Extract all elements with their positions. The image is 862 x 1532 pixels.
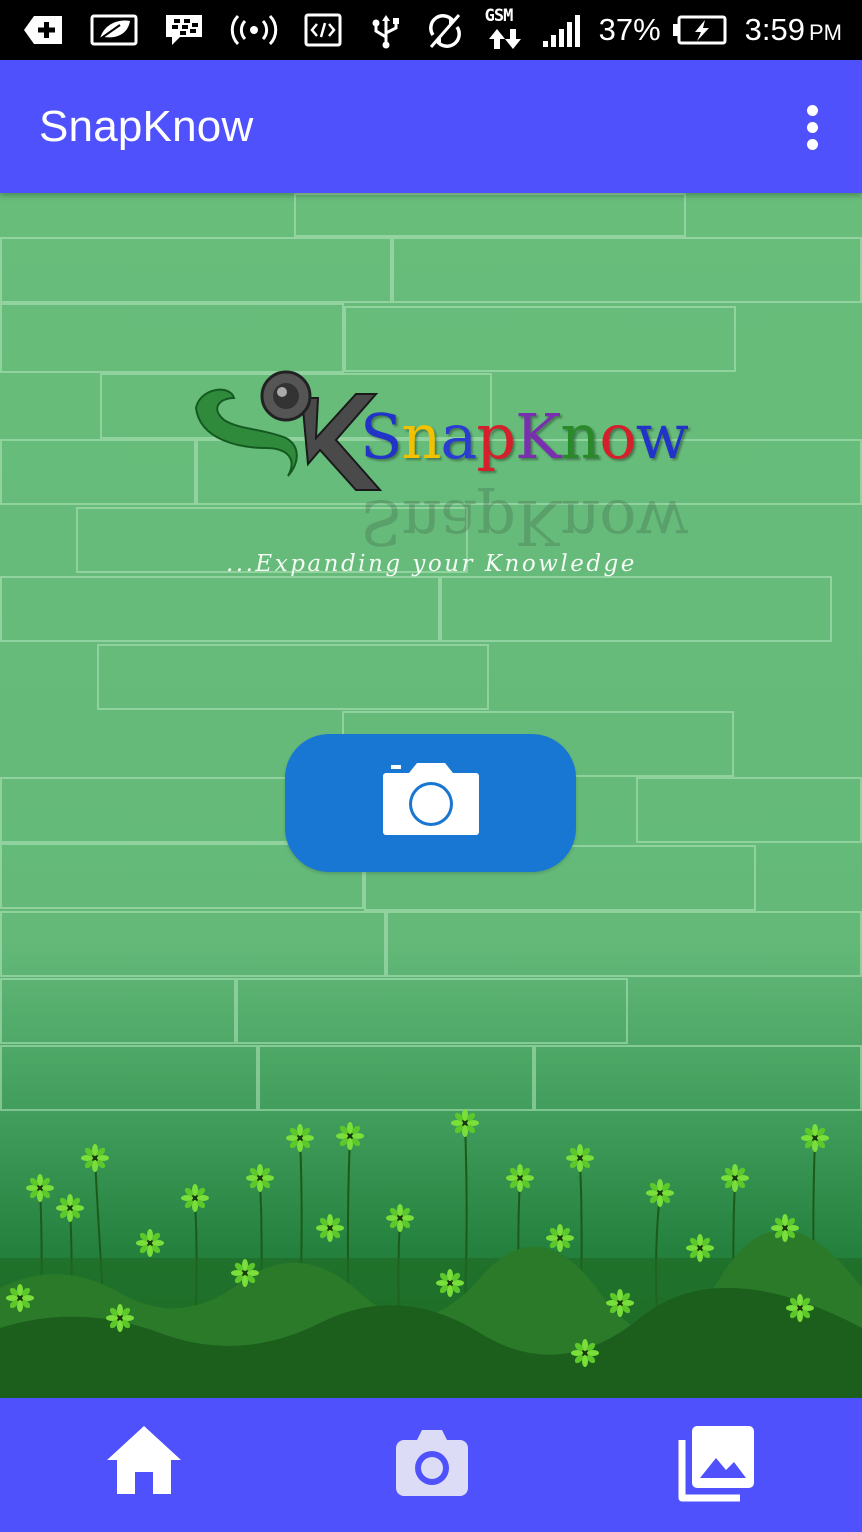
snapknow-wordmark: SnapKnow bbox=[360, 400, 689, 473]
bottom-navigation bbox=[0, 1398, 862, 1532]
leaf-icon bbox=[90, 13, 138, 47]
cell-signal-icon bbox=[541, 13, 585, 47]
snapknow-logo: SnapKnow SnapKnow ...Expanding your Know… bbox=[190, 368, 689, 613]
nav-camera[interactable] bbox=[386, 1420, 476, 1510]
tagline: ...Expanding your Knowledge bbox=[226, 551, 637, 577]
main-content: SnapKnow SnapKnow ...Expanding your Know… bbox=[0, 193, 862, 1398]
wordmark-reflection: SnapKnow bbox=[360, 486, 688, 559]
blackberry-messenger-icon bbox=[164, 13, 204, 47]
more-vert-icon[interactable] bbox=[800, 105, 826, 151]
nav-home[interactable] bbox=[99, 1420, 189, 1510]
home-icon bbox=[107, 1426, 181, 1494]
battery-percent: 37% bbox=[598, 12, 661, 47]
code-icon bbox=[304, 13, 342, 47]
battery-charging-icon bbox=[671, 13, 727, 47]
app-title: SnapKnow bbox=[39, 102, 254, 151]
camera-icon bbox=[383, 763, 479, 835]
wireless-signal-icon bbox=[230, 13, 278, 47]
add-box-icon bbox=[22, 13, 64, 47]
status-bar-notifications bbox=[22, 0, 430, 60]
gsm-data-icon: GSM bbox=[485, 7, 525, 53]
flowers-decoration bbox=[0, 1109, 862, 1398]
app-bar: SnapKnow bbox=[0, 60, 862, 193]
clock: 3:59 PM bbox=[744, 12, 842, 47]
capture-button[interactable] bbox=[285, 734, 576, 872]
sync-disabled-icon bbox=[425, 13, 465, 48]
status-bar-system: GSM 37% 3:59 PM bbox=[425, 0, 842, 60]
app-screen: GSM 37% 3:59 PM SnapKnow SnapKnow SnapKn… bbox=[0, 0, 862, 1532]
nav-gallery[interactable] bbox=[672, 1420, 762, 1510]
usb-icon bbox=[368, 13, 404, 49]
camera-icon bbox=[396, 1430, 468, 1496]
gallery-icon bbox=[678, 1426, 754, 1502]
status-bar: GSM 37% 3:59 PM bbox=[0, 0, 862, 60]
